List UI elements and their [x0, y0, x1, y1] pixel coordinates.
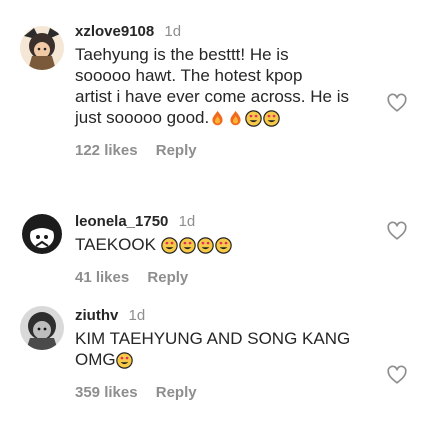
comment-actions: 359 likes Reply [75, 383, 375, 403]
heart-eyes-emoji-icon [263, 110, 280, 127]
black-white-character-avatar-icon [20, 212, 64, 256]
like-heart-icon[interactable] [386, 220, 408, 242]
comment-line: KIM TAEHYUNG AND SONG KANG [75, 329, 351, 348]
comment-line: just sooooo good. [75, 108, 210, 127]
reply-button[interactable]: Reply [147, 269, 188, 286]
heart-eyes-emoji-icon [196, 237, 214, 254]
username-link[interactable]: xzlove9108 [75, 23, 154, 40]
reply-button[interactable]: Reply [156, 384, 197, 401]
anime-character-avatar-icon [20, 26, 64, 70]
comment-actions: 122 likes Reply [75, 141, 375, 161]
likes-count[interactable]: 122 likes [75, 142, 138, 159]
emoji-group [115, 352, 134, 373]
comment-time: 1d [178, 213, 196, 230]
username-link[interactable]: ziuthv [75, 307, 118, 324]
comment-line-with-emoji: just sooooo good. [75, 107, 375, 131]
comment-line-with-emoji: OMG [75, 349, 375, 373]
comment-text: Taehyung is the besttt! He is sooooo haw… [75, 44, 375, 131]
comment-actions: 41 likes Reply [75, 268, 375, 288]
heart-eyes-emoji-icon [115, 352, 133, 369]
comment-header: ziuthv 1d [75, 306, 375, 326]
likes-count[interactable]: 41 likes [75, 269, 129, 286]
emoji-group [209, 110, 281, 131]
username-link[interactable]: leonela_1750 [75, 213, 168, 230]
fire-emoji-icon [209, 110, 226, 127]
comment-header: xzlove9108 1d [75, 22, 375, 42]
comment-text: KIM TAEHYUNG AND SONG KANG OMG [75, 328, 375, 373]
likes-count[interactable]: 359 likes [75, 384, 138, 401]
like-heart-icon[interactable] [386, 92, 408, 114]
heart-eyes-emoji-icon [214, 237, 232, 254]
comment-time: 1d [128, 307, 146, 324]
heart-eyes-emoji-icon [178, 237, 196, 254]
comment-line: TAEKOOK [75, 235, 156, 254]
comment-line: OMG [75, 350, 116, 369]
comment-line: sooooo hawt. The hotest kpop [75, 66, 303, 85]
grayscale-character-avatar-icon [20, 306, 64, 350]
comment-header: leonela_1750 1d [75, 212, 375, 232]
user-avatar[interactable] [20, 212, 64, 256]
comment-time: 1d [164, 23, 182, 40]
comment-line: artist i have ever come across. He is [75, 87, 349, 106]
like-heart-icon[interactable] [386, 364, 408, 386]
user-avatar[interactable] [20, 306, 64, 350]
reply-button[interactable]: Reply [156, 142, 197, 159]
user-avatar[interactable] [20, 26, 64, 70]
emoji-group [160, 237, 233, 258]
heart-eyes-emoji-icon [160, 237, 178, 254]
comment-line: Taehyung is the besttt! He is [75, 45, 289, 64]
heart-eyes-emoji-icon [245, 110, 262, 127]
comment-text: TAEKOOK [75, 234, 375, 258]
fire-emoji-icon [227, 110, 244, 127]
